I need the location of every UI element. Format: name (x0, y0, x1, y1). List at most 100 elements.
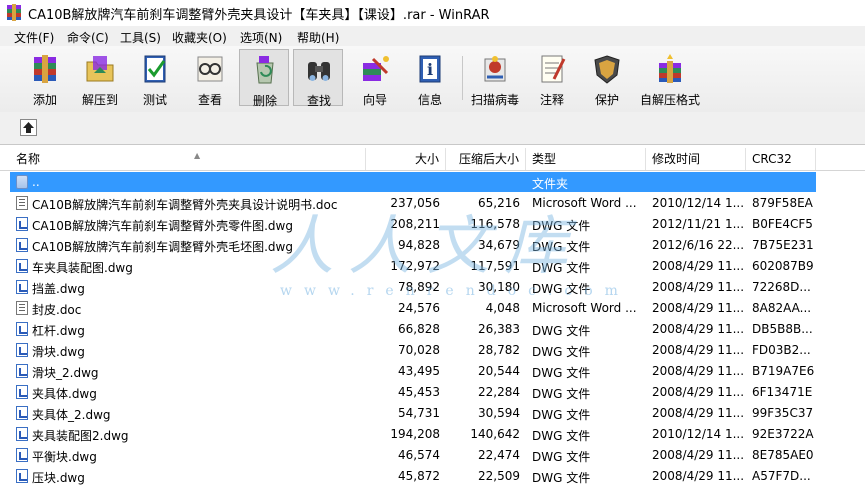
extract-folder-icon (86, 56, 114, 82)
dwg-file-icon (16, 427, 28, 441)
table-row[interactable]: 压块.dwg 45,872 22,509 DWG 文件 2008/4/29 11… (0, 466, 865, 487)
file-type: DWG 文件 (532, 345, 591, 359)
table-row[interactable]: CA10B解放牌汽车前刹车调整臂外壳零件图.dwg 208,211 116,57… (0, 214, 865, 235)
find-button[interactable]: 查找 (293, 49, 343, 108)
winrar-app-icon (7, 4, 21, 21)
file-size: 54,731 (398, 406, 440, 420)
file-type: DWG 文件 (532, 387, 591, 401)
file-crc: 602087B9 (752, 259, 814, 273)
table-row[interactable]: CA10B解放牌汽车前刹车调整臂外壳毛坯图.dwg 94,828 34,679 … (0, 235, 865, 256)
file-name: CA10B解放牌汽车前刹车调整臂外壳毛坯图.dwg (32, 240, 293, 254)
file-size: 45,872 (398, 469, 440, 483)
title-bar: CA10B解放牌汽车前刹车调整臂外壳夹具设计【车夹具】【课设】.rar - Wi… (0, 0, 865, 26)
file-crc: 6F13471E (752, 385, 813, 399)
file-size: 94,828 (398, 238, 440, 252)
file-crc: 8A82AA... (752, 301, 812, 315)
comment-icon (541, 55, 566, 83)
menu-options[interactable]: 选项(N) (240, 29, 282, 46)
file-packed: 140,642 (470, 427, 520, 441)
doc-file-icon (16, 301, 28, 315)
sfx-label: 自解压格式 (639, 93, 700, 107)
menu-tools[interactable]: 工具(S) (120, 29, 161, 46)
menu-commands[interactable]: 命令(C) (67, 29, 109, 46)
table-row[interactable]: 杠杆.dwg 66,828 26,383 DWG 文件 2008/4/29 11… (0, 319, 865, 340)
table-row[interactable]: 夹具装配图2.dwg 194,208 140,642 DWG 文件 2010/1… (0, 424, 865, 445)
file-size: 78,892 (398, 280, 440, 294)
file-modified: 2008/4/29 11... (652, 364, 745, 378)
file-packed: 30,594 (478, 406, 520, 420)
file-size: 46,574 (398, 448, 440, 462)
menu-favorites[interactable]: 收藏夹(O) (172, 29, 227, 46)
up-folder-button[interactable] (20, 119, 37, 136)
file-name: .. (32, 175, 40, 189)
file-type: Microsoft Word ... (532, 301, 637, 315)
info-button[interactable]: i 信息 (405, 49, 455, 107)
menu-file[interactable]: 文件(F) (14, 29, 54, 46)
comment-button[interactable]: 注释 (527, 49, 577, 107)
wizard-icon (363, 56, 389, 81)
file-modified: 2008/4/29 11... (652, 301, 745, 315)
table-row[interactable]: 夹具体_2.dwg 54,731 30,594 DWG 文件 2008/4/29… (0, 403, 865, 424)
file-modified: 2008/4/29 11... (652, 448, 745, 462)
column-type[interactable]: 类型 (526, 148, 646, 170)
file-modified: 2012/6/16 22... (652, 238, 745, 252)
file-packed: 30,180 (478, 280, 520, 294)
file-crc: B0FE4CF5 (752, 217, 813, 231)
column-modified[interactable]: 修改时间 (646, 148, 746, 170)
info-label: 信息 (417, 93, 442, 107)
file-size: 43,495 (398, 364, 440, 378)
find-binoculars-icon (308, 62, 330, 81)
file-size: 70,028 (398, 343, 440, 357)
file-crc: 99F35C37 (752, 406, 814, 420)
table-row[interactable]: 挡盖.dwg 78,892 30,180 DWG 文件 2008/4/29 11… (0, 277, 865, 298)
file-modified: 2008/4/29 11... (652, 280, 745, 294)
file-type: DWG 文件 (532, 366, 591, 380)
table-row[interactable]: 夹具体.dwg 45,453 22,284 DWG 文件 2008/4/29 1… (0, 382, 865, 403)
menu-help[interactable]: 帮助(H) (297, 29, 339, 46)
info-icon: i (419, 55, 441, 83)
file-modified: 2012/11/21 1... (652, 217, 745, 231)
parent-folder-row[interactable]: .. 文件夹 (0, 172, 865, 193)
file-name: 滑块.dwg (32, 345, 85, 359)
file-crc: FD03B2... (752, 343, 811, 357)
up-arrow-icon (23, 122, 34, 133)
file-modified: 2008/4/29 11... (652, 343, 745, 357)
test-button[interactable]: 测试 (130, 49, 180, 107)
table-row[interactable]: 滑块_2.dwg 43,495 20,544 DWG 文件 2008/4/29 … (0, 361, 865, 382)
sfx-button[interactable]: 自解压格式 (640, 49, 700, 107)
file-packed: 28,782 (478, 343, 520, 357)
toolbar: 添加 解压到 测试 查看 删除 查找 向导 i 信息 扫描病毒 注释 保护 自解… (0, 46, 865, 113)
table-row[interactable]: 封皮.doc 24,576 4,048 Microsoft Word ... 2… (0, 298, 865, 319)
view-button[interactable]: 查看 (185, 49, 235, 107)
svg-text:i: i (427, 60, 433, 79)
column-crc[interactable]: CRC32 (746, 148, 816, 170)
file-packed: 4,048 (485, 301, 520, 315)
scan-virus-button[interactable]: 扫描病毒 (470, 49, 520, 107)
dwg-file-icon (16, 238, 28, 252)
dwg-file-icon (16, 364, 28, 378)
column-size[interactable]: 大小 (366, 148, 446, 170)
delete-recycle-icon (256, 56, 274, 84)
add-button[interactable]: 添加 (20, 49, 70, 107)
wizard-button[interactable]: 向导 (350, 49, 400, 107)
file-packed: 26,383 (478, 322, 520, 336)
table-row[interactable]: 滑块.dwg 70,028 28,782 DWG 文件 2008/4/29 11… (0, 340, 865, 361)
file-size: 66,828 (398, 322, 440, 336)
dwg-file-icon (16, 322, 28, 336)
file-crc: 7B75E231 (752, 238, 814, 252)
protect-button[interactable]: 保护 (582, 49, 632, 107)
delete-button[interactable]: 删除 (239, 49, 289, 108)
table-row[interactable]: 车夹具装配图.dwg 172,972 117,591 DWG 文件 2008/4… (0, 256, 865, 277)
dwg-file-icon (16, 385, 28, 399)
column-name[interactable]: 名称 ▲ (10, 148, 366, 170)
file-name: 杠杆.dwg (32, 324, 85, 338)
sort-arrow-icon: ▲ (194, 151, 201, 160)
file-crc: 8E785AE0 (752, 448, 814, 462)
extract-to-button[interactable]: 解压到 (75, 49, 125, 107)
file-name: 夹具装配图2.dwg (32, 429, 129, 443)
table-row[interactable]: 平衡块.dwg 46,574 22,474 DWG 文件 2008/4/29 1… (0, 445, 865, 466)
column-packed[interactable]: 压缩后大小 (446, 148, 526, 170)
table-row[interactable]: CA10B解放牌汽车前刹车调整臂外壳夹具设计说明书.doc 237,056 65… (0, 193, 865, 214)
address-bar (0, 112, 865, 145)
file-packed: 22,509 (478, 469, 520, 483)
